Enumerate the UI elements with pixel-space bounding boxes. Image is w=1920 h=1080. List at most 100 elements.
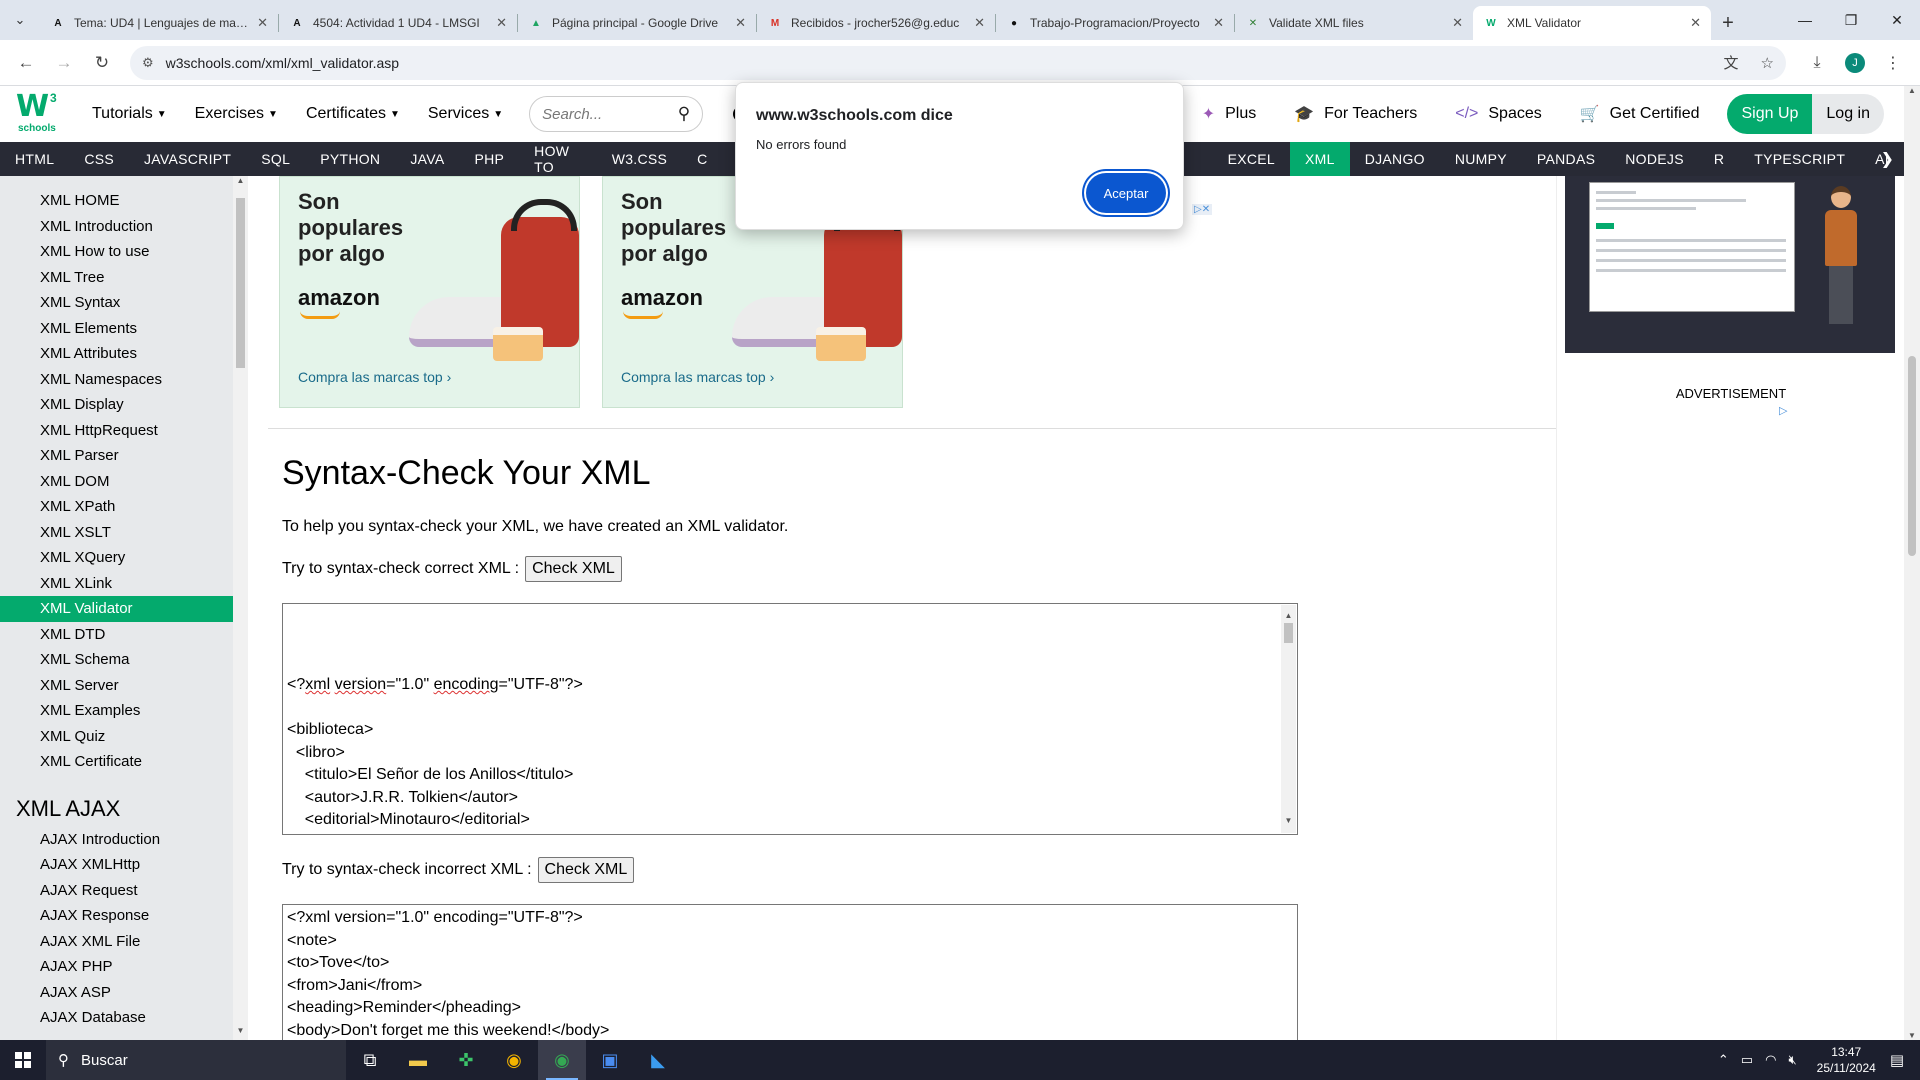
amazon-ad-1[interactable]: Son populares por algo amazon Compra las m… <box>279 176 580 408</box>
sidebar-scrollbar[interactable]: ▲ ▼ <box>233 176 248 1040</box>
menu-services[interactable]: Services ▼ <box>428 105 503 123</box>
incorrect-xml-textarea[interactable]: <?xml version="1.0" encoding="UTF-8"?> <n… <box>282 904 1298 1040</box>
sidebar-item-xml-certificate[interactable]: XML Certificate <box>0 749 233 775</box>
sidebar-item-ajax-database[interactable]: AJAX Database <box>0 1005 233 1031</box>
sidebar-item-xml-how-to-use[interactable]: XML How to use <box>0 239 233 265</box>
menu-exercises[interactable]: Exercises ▼ <box>195 105 278 123</box>
log-in-button[interactable]: Log in <box>1812 94 1884 134</box>
video-ad[interactable] <box>1565 176 1895 353</box>
reload-icon[interactable]: ↻ <box>86 47 118 79</box>
speaker-muted-icon[interactable]: 🔇︎ <box>1788 1052 1796 1068</box>
tab-search-chevron-icon[interactable]: ⌄ <box>0 0 40 40</box>
tab-close-icon[interactable]: ✕ <box>735 15 746 31</box>
sidebar-item-ajax-xmlhttp[interactable]: AJAX XMLHttp <box>0 852 233 878</box>
topnav-item-w3-css[interactable]: W3.CSS <box>597 142 682 176</box>
topnav-item-typescript[interactable]: TYPESCRIPT <box>1739 142 1860 176</box>
topnav-item-html[interactable]: HTML <box>0 142 69 176</box>
scroll-down-icon[interactable]: ▼ <box>1281 810 1296 833</box>
sidebar-item-xml-tree[interactable]: XML Tree <box>0 265 233 291</box>
sidebar-item-xml-examples[interactable]: XML Examples <box>0 698 233 724</box>
sidebar-item-xml-server[interactable]: XML Server <box>0 673 233 699</box>
chrome-active-icon[interactable]: ◉ <box>538 1040 586 1080</box>
topnav-item-sql[interactable]: SQL <box>246 142 305 176</box>
tab-close-icon[interactable]: ✕ <box>257 15 268 31</box>
textarea-scrollbar[interactable]: ▲ ▼ <box>1281 605 1296 833</box>
start-button[interactable] <box>0 1040 46 1080</box>
chrome-icon[interactable]: ◉ <box>490 1040 538 1080</box>
tab-close-icon[interactable]: ✕ <box>496 15 507 31</box>
sidebar-item-xml-attributes[interactable]: XML Attributes <box>0 341 233 367</box>
menu-certificates[interactable]: Certificates ▼ <box>306 105 400 123</box>
task-view-icon[interactable]: ⧉ <box>346 1040 394 1080</box>
ad-cta-link[interactable]: Compra las marcas top › <box>298 369 451 385</box>
chevron-up-icon[interactable]: ⌃ <box>1718 1052 1729 1068</box>
sidebar-item-xml-xquery[interactable]: XML XQuery <box>0 545 233 571</box>
sidebar-item-ajax-request[interactable]: AJAX Request <box>0 878 233 904</box>
minimize-icon[interactable]: — <box>1782 0 1828 40</box>
sidebar-item-xml-xslt[interactable]: XML XSLT <box>0 520 233 546</box>
sidebar-item-xml-introduction[interactable]: XML Introduction <box>0 214 233 240</box>
sidebar-item-xml-xlink[interactable]: XML XLink <box>0 571 233 597</box>
browser-tab[interactable]: ✕ Validate XML files ✕ <box>1235 6 1473 40</box>
taskbar-search[interactable]: ⚲ Buscar <box>46 1040 346 1080</box>
sidebar-item-ajax-php[interactable]: AJAX PHP <box>0 954 233 980</box>
check-xml-incorrect-button[interactable]: Check XML <box>537 857 635 883</box>
topnav-item-how-to[interactable]: HOW TO <box>519 142 597 176</box>
sidebar-item-ajax-introduction[interactable]: AJAX Introduction <box>0 827 233 853</box>
sidebar-item-xml-home[interactable]: XML HOME <box>0 188 233 214</box>
tab-close-icon[interactable]: ✕ <box>1690 15 1701 31</box>
sidebar-item-xml-httprequest[interactable]: XML HttpRequest <box>0 418 233 444</box>
scroll-up-icon[interactable]: ▲ <box>1904 86 1920 95</box>
url-bar[interactable]: ⚙ w3schools.com/xml/xml_validator.asp 文 … <box>130 45 1786 80</box>
scroll-thumb[interactable] <box>236 198 245 368</box>
battery-icon[interactable]: ▭ <box>1741 1052 1753 1068</box>
forward-arrow-icon[interactable]: → <box>48 47 80 79</box>
topnav-item-php[interactable]: PHP <box>459 142 519 176</box>
back-arrow-icon[interactable]: ← <box>10 47 42 79</box>
topnav-item-java[interactable]: JAVA <box>395 142 459 176</box>
sidebar-item-xml-schema[interactable]: XML Schema <box>0 647 233 673</box>
clock[interactable]: 13:47 25/11/2024 <box>1817 1044 1876 1076</box>
topnav-item-numpy[interactable]: NUMPY <box>1440 142 1522 176</box>
wifi-icon[interactable]: ◠ <box>1765 1052 1776 1068</box>
topnav-item-c[interactable]: C <box>682 142 722 176</box>
app-green-icon[interactable]: ✜ <box>442 1040 490 1080</box>
sidebar-item-xml-validator[interactable]: XML Validator <box>0 596 233 622</box>
sidebar-item-ajax-response[interactable]: AJAX Response <box>0 903 233 929</box>
restore-icon[interactable]: ❐ <box>1828 0 1874 40</box>
plus-link[interactable]: ✦ Plus <box>1202 104 1257 124</box>
tab-close-icon[interactable]: ✕ <box>974 15 985 31</box>
site-info-icon[interactable]: ⚙ <box>142 55 154 71</box>
tab-close-icon[interactable]: ✕ <box>1452 15 1463 31</box>
for-teachers-link[interactable]: 🎓 For Teachers <box>1294 104 1417 124</box>
browser-tab[interactable]: A Tema: UD4 | Lenguajes de marcas ✕ <box>40 6 278 40</box>
accept-button[interactable]: Aceptar <box>1086 173 1166 213</box>
file-explorer-icon[interactable]: ▬ <box>394 1040 442 1080</box>
word-icon[interactable]: ▣ <box>586 1040 634 1080</box>
scroll-down-icon[interactable]: ▼ <box>233 1026 248 1040</box>
download-icon[interactable]: ⤓ <box>1800 46 1834 80</box>
browser-tab[interactable]: M Recibidos - jrocher526@g.educ ✕ <box>757 6 995 40</box>
ad-cta-link[interactable]: Compra las marcas top › <box>621 369 774 385</box>
browser-tab[interactable]: ▲ Página principal - Google Drive ✕ <box>518 6 756 40</box>
sidebar-item-xml-dtd[interactable]: XML DTD <box>0 622 233 648</box>
scroll-down-icon[interactable]: ▼ <box>1904 1031 1920 1040</box>
sidebar-item-xml-elements[interactable]: XML Elements <box>0 316 233 342</box>
sidebar-item-xml-quiz[interactable]: XML Quiz <box>0 724 233 750</box>
profile-avatar[interactable]: J <box>1838 46 1872 80</box>
page-scrollbar[interactable]: ▲ ▼ <box>1904 86 1920 1040</box>
vscode-icon[interactable]: ◣ <box>634 1040 682 1080</box>
scroll-up-icon[interactable]: ▲ <box>233 176 248 190</box>
sidebar-item-xml-xpath[interactable]: XML XPath <box>0 494 233 520</box>
browser-tab[interactable]: A 4504: Actividad 1 UD4 - LMSGI ✕ <box>279 6 517 40</box>
w3schools-logo[interactable]: W 3 schools <box>16 89 64 137</box>
search-input[interactable]: Search... ⚲ <box>529 96 704 132</box>
topnav-item-pandas[interactable]: PANDAS <box>1522 142 1610 176</box>
notifications-icon[interactable]: ▤ <box>1890 1051 1904 1069</box>
topnav-item-django[interactable]: DJANGO <box>1350 142 1440 176</box>
menu-tutorials[interactable]: Tutorials ▼ <box>92 105 167 123</box>
correct-xml-textarea[interactable]: ▲ ▼ <?xml version="1.0" encoding="UTF-8"… <box>282 603 1298 835</box>
scroll-thumb[interactable] <box>1908 356 1916 556</box>
sidebar-item-ajax-asp[interactable]: AJAX ASP <box>0 980 233 1006</box>
sidebar-item-xml-syntax[interactable]: XML Syntax <box>0 290 233 316</box>
